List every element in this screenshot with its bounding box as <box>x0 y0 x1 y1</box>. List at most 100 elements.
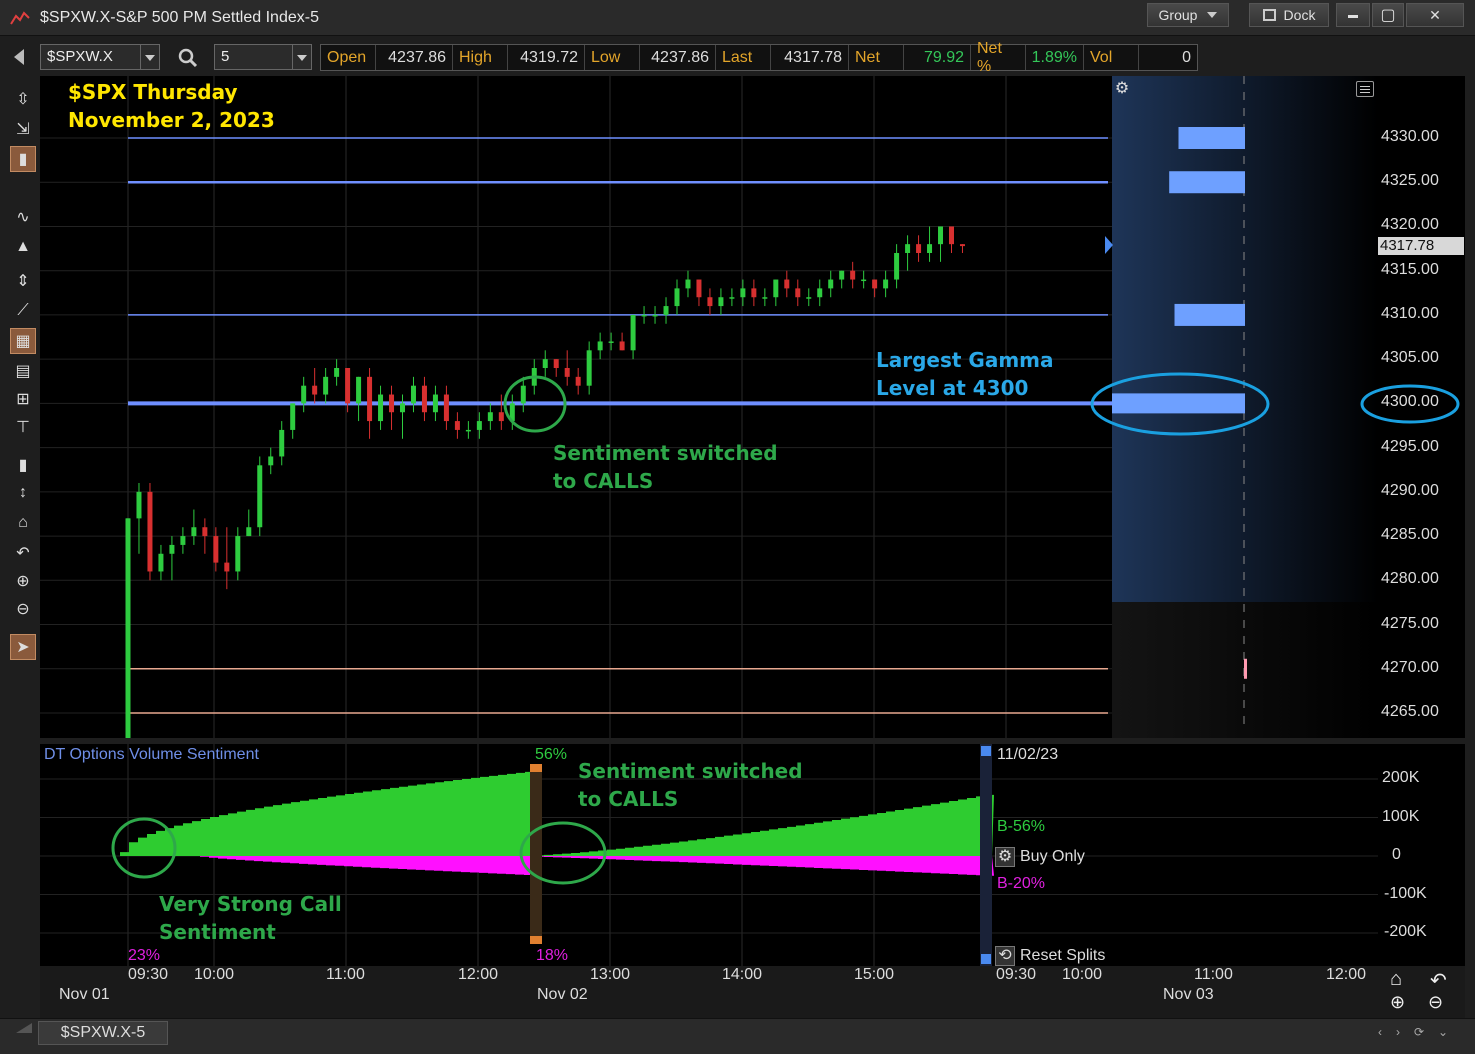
line-style-icon[interactable]: ∿ <box>10 204 36 230</box>
time-tick-label: 11:00 <box>1194 966 1233 983</box>
price-chart[interactable] <box>40 76 1465 738</box>
fib-icon[interactable]: ⊤ <box>10 414 36 440</box>
candle-style-icon[interactable]: ▮ <box>10 146 36 172</box>
pin-icon[interactable]: ▮ <box>10 452 36 478</box>
grid-icon[interactable]: ▦ <box>10 328 36 354</box>
back-arrow-icon[interactable] <box>14 49 24 65</box>
minimize-icon: ▬ <box>1348 9 1358 21</box>
gear-icon[interactable]: ⚙ <box>1113 80 1131 98</box>
time-tick-label: 11:00 <box>326 966 365 983</box>
candle-body <box>718 297 724 307</box>
split-band <box>530 764 542 940</box>
candle-body <box>432 394 438 413</box>
volume-tick-label: -200K <box>1384 923 1427 940</box>
zoom-in-icon[interactable]: ⊕ <box>1390 992 1405 1013</box>
sentiment-vol-line2: to CALLS <box>578 787 679 811</box>
split-icon[interactable]: ↕ <box>10 480 36 506</box>
candle-body <box>378 394 384 422</box>
current-price-marker <box>1105 236 1113 254</box>
gamma-bar <box>1169 171 1245 194</box>
dock-button[interactable]: Dock <box>1249 3 1329 27</box>
trendline-icon[interactable]: ⟋ <box>10 298 36 324</box>
move-icon[interactable]: ⇲ <box>10 116 36 142</box>
home-icon[interactable]: ⌂ <box>10 510 36 536</box>
price-tick-label: 4280.00 <box>1381 570 1439 588</box>
time-tick-label: 15:00 <box>854 966 895 983</box>
price-chart-panel[interactable]: $SPX Thursday November 2, 2023 Largest G… <box>40 76 1465 738</box>
top-pct-label: 56% <box>535 746 568 763</box>
candle-body <box>235 536 241 572</box>
pointer-icon[interactable]: ➤ <box>10 634 36 660</box>
candle-body <box>619 341 625 351</box>
chevron-down-icon[interactable] <box>297 55 307 61</box>
undo-icon[interactable]: ↶ <box>10 540 36 566</box>
bottom-pct-left: 23% <box>128 947 161 964</box>
chart-title-line1: $SPX Thursday <box>68 80 238 104</box>
candle-body <box>696 279 702 298</box>
volume-panel-title: DT Options Volume Sentiment <box>44 746 259 763</box>
split-handle-bottom <box>530 936 542 944</box>
time-tick-label: 13:00 <box>590 966 631 983</box>
time-axis: 09:30 10:00 11:00 12:00 13:00 14:00 15:00 09:30… <box>40 966 1465 1018</box>
range-band <box>980 744 992 966</box>
scale-icon[interactable]: ⇕ <box>10 268 36 294</box>
home-icon[interactable]: ⌂ <box>1390 968 1402 991</box>
candle-body <box>476 421 482 430</box>
reset-icon: ⟲ <box>995 946 1015 966</box>
vol-label: Vol <box>1084 45 1139 70</box>
candle-body <box>784 279 790 289</box>
buy-only-toggle[interactable]: ⚙ Buy Only <box>995 847 1085 867</box>
price-tick-label: 4285.00 <box>1381 526 1439 544</box>
table-small-icon[interactable]: ⊞ <box>10 386 36 412</box>
chevron-down-icon[interactable] <box>145 55 155 61</box>
candle-body <box>564 368 570 377</box>
candle-body <box>817 288 823 298</box>
range-handle-bottom <box>981 954 991 964</box>
menu-icon[interactable] <box>1356 81 1374 97</box>
minimize-button[interactable]: ▬ <box>1336 3 1370 27</box>
volume-sentiment-panel[interactable]: DT Options Volume Sentiment 11/02/23 56%… <box>40 744 1465 966</box>
strong-line2: Sentiment <box>159 920 276 944</box>
interval-value: 5 <box>221 48 230 65</box>
candle-body <box>553 359 559 368</box>
tab-chart[interactable]: $SPXW.X-5 <box>38 1021 168 1045</box>
search-icon[interactable] <box>178 48 198 68</box>
buy-pct-label: B-56% <box>997 818 1046 835</box>
reset-splits-button[interactable]: ⟲ Reset Splits <box>995 946 1105 966</box>
group-button[interactable]: Group <box>1147 3 1229 27</box>
opening-bar <box>126 518 130 738</box>
mountain-style-icon[interactable]: ▲ <box>10 234 36 260</box>
chart-title-line2: November 2, 2023 <box>68 108 275 132</box>
candle-body <box>279 429 285 457</box>
zoom-out-icon[interactable]: ⊖ <box>10 596 36 622</box>
symbol-input[interactable]: $SPXW.X <box>40 44 160 70</box>
undo-icon[interactable]: ↶ <box>1430 968 1447 993</box>
candle-body <box>751 288 757 298</box>
candle-body <box>334 368 340 377</box>
candle-body <box>762 297 768 299</box>
close-button[interactable]: ✕ <box>1406 3 1464 27</box>
candle-body <box>608 341 614 343</box>
table-icon[interactable]: ▤ <box>10 358 36 384</box>
zoom-in-icon[interactable]: ⊕ <box>10 568 36 594</box>
quote-strip: Open 4237.86 High 4319.72 Low 4237.86 La… <box>320 40 1198 75</box>
candle-body <box>257 465 263 528</box>
maximize-button[interactable]: ▢ <box>1372 3 1404 27</box>
candle-body <box>356 376 362 404</box>
interval-input[interactable]: 5 <box>214 44 312 70</box>
candle-body <box>850 270 856 280</box>
candle-body <box>290 403 296 430</box>
candle-body <box>421 385 427 413</box>
candle-body <box>169 544 175 554</box>
gamma-bar <box>1174 303 1245 326</box>
cursor-crosshair-icon[interactable]: ⇳ <box>10 86 36 112</box>
price-tick-label: 4315.00 <box>1381 260 1439 278</box>
tab-nav-icons[interactable]: ‹›⟳⌄ <box>1378 1025 1462 1039</box>
candle-body <box>641 314 647 317</box>
candle-body <box>597 341 603 351</box>
candle-body <box>652 314 658 317</box>
price-tick-label: 4320.00 <box>1381 216 1439 234</box>
high-value: 4319.72 <box>508 45 585 70</box>
candle-body <box>575 376 581 386</box>
zoom-out-icon[interactable]: ⊖ <box>1428 992 1443 1013</box>
